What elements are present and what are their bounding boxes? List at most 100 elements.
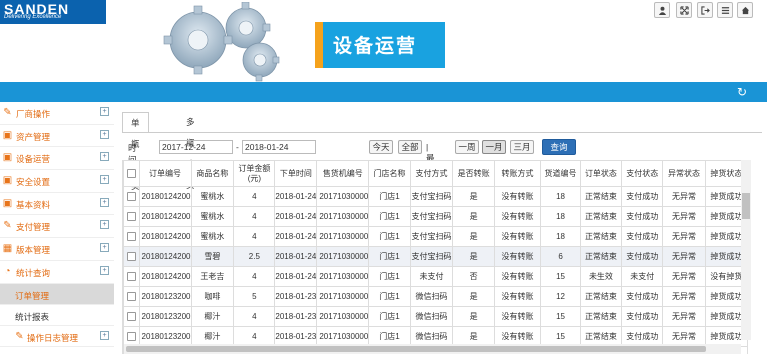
edit-icon: ✎ — [15, 330, 24, 342]
user-button[interactable] — [654, 2, 670, 18]
expand-icon[interactable]: + — [100, 107, 109, 116]
table-cell: 否 — [452, 266, 495, 287]
sidebar-subitem-reports[interactable]: 统计报表 — [0, 305, 114, 326]
table-cell: 没有转账 — [493, 266, 542, 287]
table-row[interactable]: 20180123200 咖啡 5 2018-01-23 20171030000 门店1 微信… — [123, 286, 748, 307]
sidebar-item-label: 基本资料 — [16, 199, 51, 210]
horizontal-scrollbar[interactable] — [124, 344, 741, 354]
vertical-scrollbar[interactable] — [741, 160, 751, 340]
row-checkbox[interactable] — [123, 306, 140, 327]
expand-icon[interactable]: + — [100, 197, 109, 207]
table-cell: 门店1 — [368, 286, 411, 307]
column-header[interactable]: 货道编号 — [540, 160, 581, 187]
logo-tagline: Delivering Excellence — [4, 14, 62, 20]
row-checkbox[interactable] — [123, 286, 140, 307]
table-cell: 正常结束 — [579, 186, 623, 207]
menu-button[interactable] — [717, 2, 733, 18]
tab-single-bottle[interactable]: 单瓶购买 — [122, 112, 149, 191]
sidebar-item-vendor[interactable]: ✎ 厂商操作 + — [0, 102, 114, 125]
sidebar-item-security[interactable]: ▣ 安全设置 + — [0, 170, 114, 193]
three-months-button[interactable]: 三月 — [510, 140, 534, 154]
column-header[interactable]: 转账方式 — [493, 160, 542, 187]
table-cell: 支付宝扫码 — [409, 226, 454, 247]
sidebar-item-assets[interactable]: ▣ 资产管理 + — [0, 125, 114, 148]
column-header[interactable]: 支付状态 — [621, 160, 664, 187]
column-header[interactable]: 订单金额(元) — [233, 160, 276, 187]
column-header[interactable]: 下单时间 — [274, 160, 318, 187]
table-cell: 15 — [540, 306, 581, 327]
logo: SANDEN Delivering Excellence — [0, 0, 106, 24]
row-checkbox[interactable] — [123, 266, 140, 287]
query-button[interactable]: 查询 — [542, 139, 576, 155]
today-button[interactable]: 今天 — [369, 140, 393, 154]
end-date-input[interactable]: 2018-01-24 — [242, 140, 316, 154]
row-checkbox[interactable] — [123, 186, 140, 207]
table-row[interactable]: 20180124200 蜜桃水 4 2018-01-24 20171030000 门店1 支… — [123, 206, 748, 227]
monitor-icon: ▣ — [2, 152, 13, 164]
table-row[interactable]: 20180124200 蜜桃水 4 2018-01-24 20171030000 门店1 支… — [123, 226, 748, 247]
table-cell: 没有转账 — [493, 226, 542, 247]
all-button[interactable]: 全部 — [398, 140, 422, 154]
refresh-icon[interactable]: ↻ — [737, 85, 747, 99]
expand-icon[interactable]: + — [100, 175, 109, 185]
table-cell: 没有转账 — [493, 306, 542, 327]
sidebar-item-operations[interactable]: ▣ 设备运营 + — [0, 147, 114, 171]
expand-icon[interactable]: + — [100, 330, 109, 340]
month-button[interactable]: 一月 — [482, 140, 506, 154]
sidebar-item-payment[interactable]: ✎ 支付管理 + — [0, 215, 114, 239]
column-header[interactable]: 门店名称 — [368, 160, 411, 187]
table-cell: 20180124200 — [138, 186, 192, 207]
table-cell: 门店1 — [368, 306, 411, 327]
fullscreen-button[interactable] — [676, 2, 692, 18]
table-cell: 20171030000 — [316, 246, 370, 267]
table-row[interactable]: 20180124200 蜜桃水 4 2018-01-24 20171030000 门店1 支… — [123, 186, 748, 207]
logout-button[interactable] — [697, 2, 713, 18]
banner-title: 设备运营 — [333, 35, 418, 57]
row-checkbox[interactable] — [123, 206, 140, 227]
row-checkbox[interactable] — [123, 246, 140, 267]
sidebar-subitem-logs[interactable]: ✎ 操作日志管理 + — [0, 326, 114, 347]
row-checkbox[interactable] — [123, 226, 140, 247]
table-cell: 2.5 — [233, 246, 276, 267]
column-header[interactable]: 异常状态 — [662, 160, 706, 187]
table-cell: 18 — [540, 226, 581, 247]
table-cell: 无异常 — [662, 226, 706, 247]
date-separator: - — [236, 142, 239, 152]
table-cell: 4 — [233, 266, 276, 287]
fullscreen-icon — [679, 5, 689, 15]
tab-multi-bottle[interactable]: 多瓶购买 — [178, 112, 203, 190]
column-header[interactable]: 订单编号 — [138, 160, 192, 187]
sidebar-item-statistics[interactable]: ◔ 统计查询 + — [0, 261, 114, 284]
column-header[interactable]: 支付方式 — [409, 160, 454, 187]
table-cell: 2018-01-24 — [274, 246, 318, 267]
table-cell: 5 — [233, 286, 276, 307]
table-cell: 门店1 — [368, 246, 411, 267]
column-header[interactable]: 订单状态 — [579, 160, 623, 187]
vertical-scrollbar-thumb[interactable] — [742, 193, 750, 219]
table-row[interactable]: 20180124200 王老吉 4 2018-01-24 20171030000 门店1 未… — [123, 266, 748, 287]
sidebar-item-basic-info[interactable]: ▣ 基本资料 + — [0, 193, 114, 216]
sidebar-item-version[interactable]: ▦ 版本管理 + — [0, 238, 114, 261]
expand-icon[interactable]: + — [100, 220, 109, 230]
select-all-checkbox[interactable] — [123, 160, 140, 187]
sidebar-subitem-orders[interactable]: 订单管理 — [0, 283, 114, 305]
table-cell: 12 — [540, 286, 581, 307]
table-cell: 支付成功 — [621, 186, 664, 207]
table-row[interactable]: 20180123200 椰汁 4 2018-01-23 20171030000 门店1 微信… — [123, 306, 748, 327]
table-cell: 未支付 — [409, 266, 454, 287]
table-row[interactable]: 20180124200 雪碧 2.5 2018-01-24 20171030000 门店1… — [123, 246, 748, 267]
edit-icon: ✎ — [3, 220, 12, 232]
edit-icon: ✎ — [3, 107, 12, 118]
expand-icon[interactable]: + — [100, 243, 109, 253]
week-button[interactable]: 一周 — [455, 140, 479, 154]
column-header[interactable]: 售货机编号 — [316, 160, 370, 187]
collapse-icon[interactable]: + — [100, 265, 109, 275]
table-cell: 没有转账 — [493, 246, 542, 267]
expand-icon[interactable]: + — [100, 152, 109, 162]
start-date-input[interactable]: 2017-12-24 — [159, 140, 233, 154]
column-header[interactable]: 商品名称 — [190, 160, 235, 187]
horizontal-scrollbar-thumb[interactable] — [126, 346, 706, 352]
expand-icon[interactable]: + — [100, 129, 109, 139]
home-button[interactable] — [737, 2, 753, 18]
column-header[interactable]: 是否转账 — [452, 160, 495, 187]
